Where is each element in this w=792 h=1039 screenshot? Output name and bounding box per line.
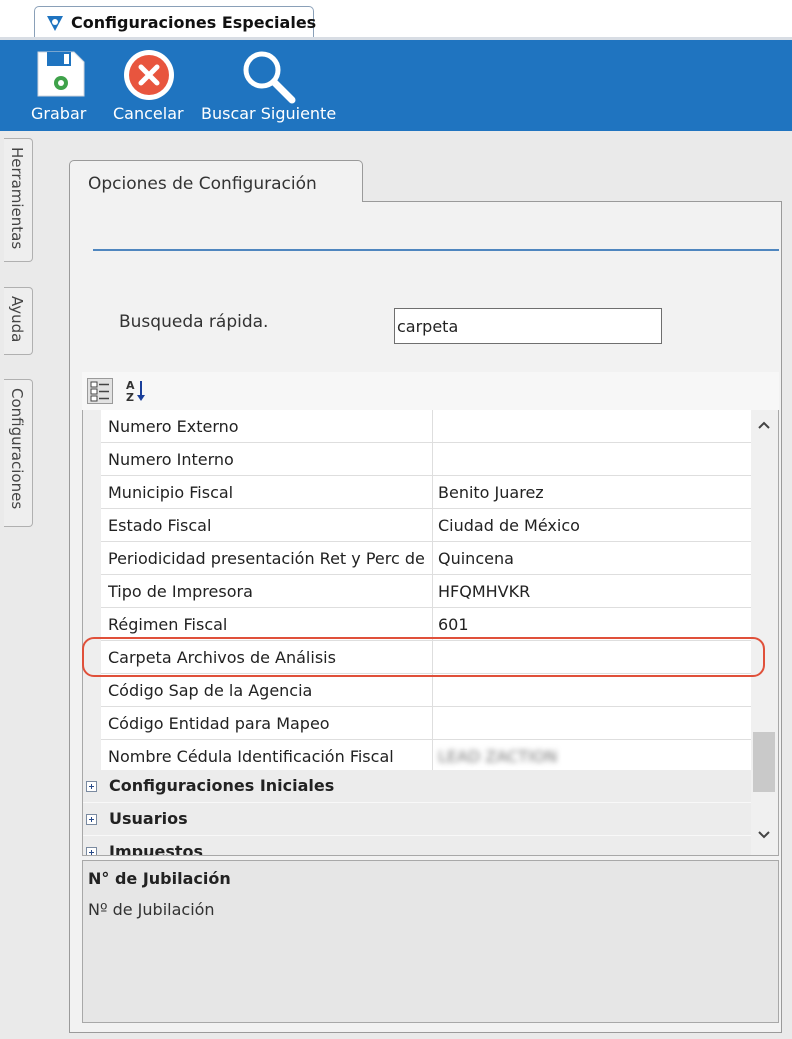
category-usuarios[interactable]: Usuarios [83,803,751,836]
grid-row-municipio-fiscal[interactable]: Municipio Fiscal Benito Juarez [101,476,751,509]
property-name: Periodicidad presentación Ret y Perc de [108,549,425,568]
side-tab-herramientas[interactable]: Herramientas [4,138,33,262]
categorized-view-icon[interactable] [87,378,113,404]
buscar-siguiente-label: Buscar Siguiente [201,104,337,123]
property-grid: Numero Externo Numero Interno Municipio … [82,410,779,856]
grabar-label: Grabar [31,104,87,123]
property-value[interactable]: Benito Juarez [438,483,544,502]
column-divider [432,476,433,509]
highlight-annotation [82,637,765,677]
grid-row-codigo-sap[interactable]: Código Sap de la Agencia [101,674,751,707]
grid-toolbar: A Z [82,372,779,411]
side-tab-herramientas-label: Herramientas [8,147,26,250]
category-label: Configuraciones Iniciales [109,776,335,795]
column-divider [432,674,433,707]
column-divider [432,410,433,443]
tab-opciones-configuracion-label: Opciones de Configuración [88,174,317,194]
search-input[interactable] [394,308,662,344]
column-divider [432,542,433,575]
column-divider [432,509,433,542]
property-name: Régimen Fiscal [108,615,228,634]
property-name: Nombre Cédula Identificación Fiscal [108,747,394,766]
property-name: Código Entidad para Mapeo [108,714,330,733]
column-divider [432,443,433,476]
grid-row-numero-interno[interactable]: Numero Interno [101,443,751,476]
column-divider [432,740,433,773]
grid-row-tipo-impresora[interactable]: Tipo de Impresora HFQMHVKR [101,575,751,608]
grid-row-estado-fiscal[interactable]: Estado Fiscal Ciudad de México [101,509,751,542]
property-name: Numero Externo [108,417,239,436]
chevron-up-icon[interactable] [757,420,771,430]
tab-opciones-configuracion[interactable]: Opciones de Configuración [69,160,363,202]
category-label: Impuestos [109,842,204,856]
property-name: Estado Fiscal [108,516,212,535]
window-tab[interactable]: Configuraciones Especiales [34,6,317,38]
save-icon [37,51,85,97]
description-title: N° de Jubilación [88,869,231,888]
expand-icon[interactable] [86,847,97,855]
property-value[interactable]: Ciudad de México [438,516,580,535]
property-value[interactable]: 601 [438,615,469,634]
description-text: Nº de Jubilación [88,900,215,919]
scrollbar-thumb[interactable] [753,732,775,792]
property-value[interactable]: HFQMHVKR [438,582,530,601]
grabar-button[interactable]: Grabar [28,40,92,134]
property-value[interactable]: Quincena [438,549,514,568]
property-name: Municipio Fiscal [108,483,234,502]
side-tab-ayuda[interactable]: Ayuda [4,287,33,355]
category-configuraciones-iniciales[interactable]: Configuraciones Iniciales [83,770,751,803]
property-name: Numero Interno [108,450,234,469]
buscar-siguiente-button[interactable]: Buscar Siguiente [198,40,340,134]
side-tab-ayuda-label: Ayuda [8,296,26,343]
alphabetical-sort-icon[interactable]: A Z [124,378,150,404]
grid-row-codigo-entidad[interactable]: Código Entidad para Mapeo [101,707,751,740]
chevron-down-icon[interactable] [757,830,771,840]
cancel-icon [124,50,174,100]
property-name: Código Sap de la Agencia [108,681,313,700]
property-name: Tipo de Impresora [108,582,253,601]
property-value-redacted[interactable]: LEAD ZACTION [438,747,557,766]
side-tab-configuraciones[interactable]: Configuraciones [4,379,33,527]
column-divider [432,575,433,608]
app-logo-icon [47,16,63,31]
category-label: Usuarios [109,809,188,828]
window-tab-title: Configuraciones Especiales [71,13,317,32]
grid-row-nombre-cedula[interactable]: Nombre Cédula Identificación Fiscal LEAD… [101,740,751,773]
separator-line [93,249,779,251]
grid-row-periodicidad[interactable]: Periodicidad presentación Ret y Perc de … [101,542,751,575]
search-label: Busqueda rápida. [119,312,269,332]
expand-icon[interactable] [86,781,97,792]
cancelar-button[interactable]: Cancelar [108,40,190,134]
cancelar-label: Cancelar [113,104,184,123]
grid-gutter [83,410,101,770]
column-divider [432,707,433,740]
svg-text:Z: Z [126,391,134,404]
expand-icon[interactable] [86,814,97,825]
toolbar: Grabar Cancelar Buscar Siguiente [0,37,792,131]
category-impuestos[interactable]: Impuestos [83,836,751,856]
search-icon [243,51,296,104]
grid-row-numero-externo[interactable]: Numero Externo [101,410,751,443]
side-tab-configuraciones-label: Configuraciones [8,388,26,510]
grid-scrollbar[interactable] [751,410,778,855]
